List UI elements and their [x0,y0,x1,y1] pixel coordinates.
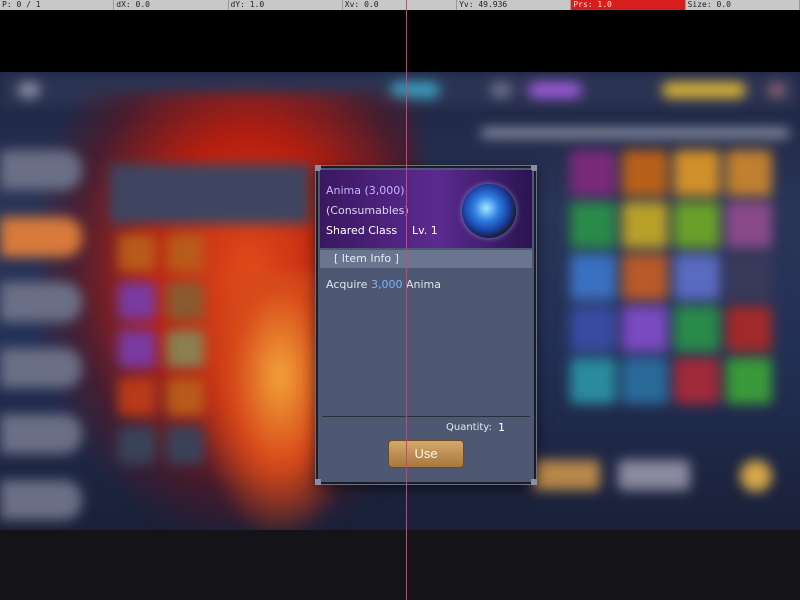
tab-item-info[interactable]: [ Item Info ] [320,250,532,268]
debug-prs: Prs: 1.0 [571,0,686,10]
item-name: Anima (3,000) [326,184,405,197]
gold-resource [662,82,746,98]
debug-dy: dY: 1.0 [229,0,343,10]
back-icon [18,82,40,98]
item-header: Anima (3,000) (Consumables) Shared Class… [320,170,532,248]
bg-button-1 [532,460,600,490]
debug-bar: P: 0 / 1 dX: 0.0 dY: 1.0 Xv: 0.0 Yv: 49.… [0,0,800,10]
debug-pointer: P: 0 / 1 [0,0,115,10]
side-tab-4 [0,348,82,388]
letterbox-top [0,10,800,72]
crystal-resource [528,82,582,98]
inventory-scrollbar [480,128,790,138]
equip-slot [166,426,204,464]
tab-item-info-label: [ Item Info ] [334,252,399,265]
bg-button-2 [618,460,690,490]
side-tab-5 [0,414,82,454]
debug-xv: Xv: 0.0 [343,0,458,10]
equip-slot [118,282,156,320]
side-tab-2 [0,217,82,257]
anima-orb-icon [462,184,516,238]
quantity-value: 1 [498,421,505,434]
item-info-dialog: Anima (3,000) (Consumables) Shared Class… [315,165,537,485]
side-tab-1 [0,150,82,190]
debug-size: Size: 0.0 [686,0,800,10]
pointer-guide-line [406,0,407,600]
equip-slot [118,378,156,416]
desc-prefix: Acquire [326,278,368,291]
equip-slot [166,234,204,272]
quantity-label: Quantity: [446,422,492,433]
equip-slot [166,282,204,320]
equip-slot [118,426,156,464]
item-description: Acquire 3,000 Anima [326,278,441,291]
debug-yv: Yv: 49.936 [457,0,572,10]
close-icon [768,82,786,98]
item-class: Shared Class [326,224,398,237]
side-tab-6 [0,480,82,520]
character-card [110,164,310,224]
desc-suffix: Anima [405,278,441,291]
item-type: (Consumables) [326,204,409,217]
equip-slot [166,378,204,416]
side-tab-3 [0,282,82,322]
debug-dx: dX: 0.0 [114,0,229,10]
equip-slot [118,330,156,368]
equip-slot [166,330,204,368]
bg-coin [740,460,772,492]
item-level: Lv. 1 [412,224,438,237]
equip-slot [118,234,156,272]
divider [322,416,530,417]
use-button[interactable]: Use [388,440,464,468]
letterbox-bottom [0,530,800,600]
menu-icon [490,82,512,98]
desc-amount: 3,000 [370,278,403,291]
